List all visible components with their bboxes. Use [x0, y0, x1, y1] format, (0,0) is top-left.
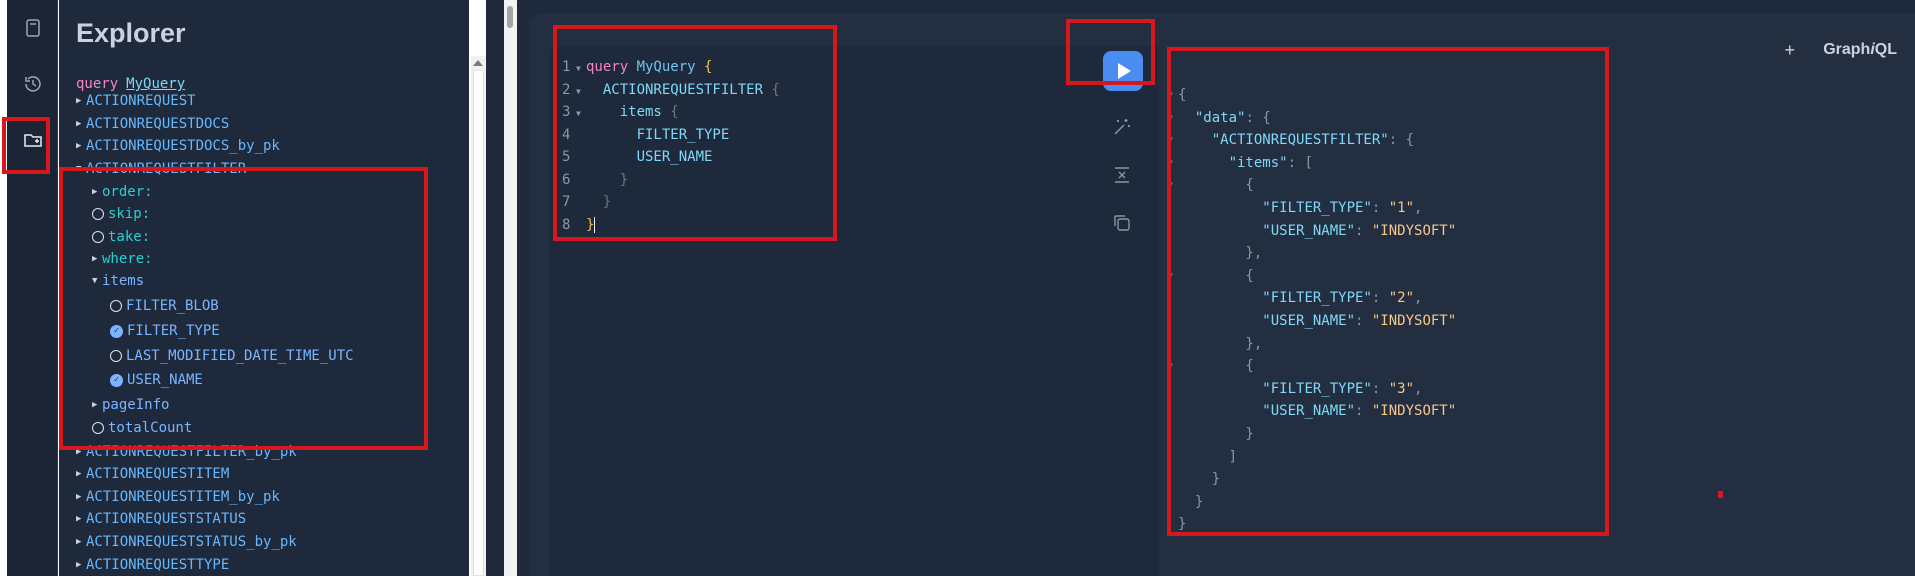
explorer-item-label: ACTIONREQUESTDOCS_by_pk	[86, 138, 280, 154]
explorer-item-label: ACTIONREQUESTSTATUS_by_pk	[86, 534, 297, 550]
explorer-item[interactable]: ▶ ACTIONREQUESTSTATUS	[76, 509, 246, 529]
explorer-item-label: ACTIONREQUESTITEM	[86, 466, 230, 482]
caret-right-icon[interactable]: ▶	[76, 487, 86, 507]
caret-right-icon[interactable]: ▶	[76, 464, 86, 484]
annotation-box-explorer-fields	[59, 167, 428, 450]
caret-right-icon[interactable]: ▶	[76, 532, 86, 552]
caret-right-icon[interactable]: ▶	[76, 136, 86, 156]
explorer-item[interactable]: ▶ ACTIONREQUEST	[76, 91, 196, 111]
scrollbar-thumb[interactable]	[507, 6, 513, 28]
prettify-icon[interactable]	[1110, 115, 1134, 139]
copy-icon[interactable]	[1110, 211, 1134, 235]
merge-fragments-icon[interactable]	[1110, 163, 1134, 187]
annotation-box-explorer-icon	[2, 117, 50, 174]
explorer-title: Explorer	[76, 18, 186, 48]
page-scrollbar[interactable]	[504, 0, 517, 576]
explorer-item-label: ACTIONREQUEST	[86, 93, 196, 109]
explorer-item[interactable]: ▶ ACTIONREQUESTITEM	[76, 464, 229, 484]
history-icon[interactable]	[7, 64, 58, 104]
add-tab-button[interactable]: +	[1784, 40, 1795, 61]
annotation-box-run	[1066, 19, 1155, 85]
scrollbar-thumb[interactable]	[473, 70, 484, 576]
red-marker	[1718, 491, 1723, 498]
annotation-box-result	[1167, 47, 1609, 536]
explorer-scrollbar[interactable]	[471, 56, 486, 576]
explorer-item[interactable]: ▶ ACTIONREQUESTSTATUS_by_pk	[76, 532, 297, 552]
explorer-item-label: ACTIONREQUESTSTATUS	[86, 511, 247, 527]
caret-right-icon[interactable]: ▶	[76, 555, 86, 575]
graphiql-logo: GraphiQL	[1823, 41, 1897, 58]
explorer-item-label: ACTIONREQUESTITEM_by_pk	[86, 489, 280, 505]
docs-icon[interactable]	[7, 8, 58, 48]
scrollbar-gutter	[486, 0, 504, 576]
explorer-item-label: ACTIONREQUESTDOCS	[86, 116, 230, 132]
scroll-up-arrow-icon[interactable]	[473, 60, 483, 66]
annotation-box-query	[553, 25, 837, 241]
explorer-item[interactable]: ▶ ACTIONREQUESTDOCS	[76, 114, 229, 134]
caret-right-icon[interactable]: ▶	[76, 509, 86, 529]
sidebar	[7, 0, 58, 576]
explorer-item[interactable]: ▶ ACTIONREQUESTITEM_by_pk	[76, 487, 280, 507]
caret-right-icon[interactable]: ▶	[76, 91, 86, 111]
explorer-item-label: ACTIONREQUESTTYPE	[86, 557, 230, 573]
caret-right-icon[interactable]: ▶	[76, 114, 86, 134]
explorer-item[interactable]: ▶ ACTIONREQUESTDOCS_by_pk	[76, 136, 280, 156]
explorer-item[interactable]: ▶ ACTIONREQUESTTYPE	[76, 555, 229, 575]
